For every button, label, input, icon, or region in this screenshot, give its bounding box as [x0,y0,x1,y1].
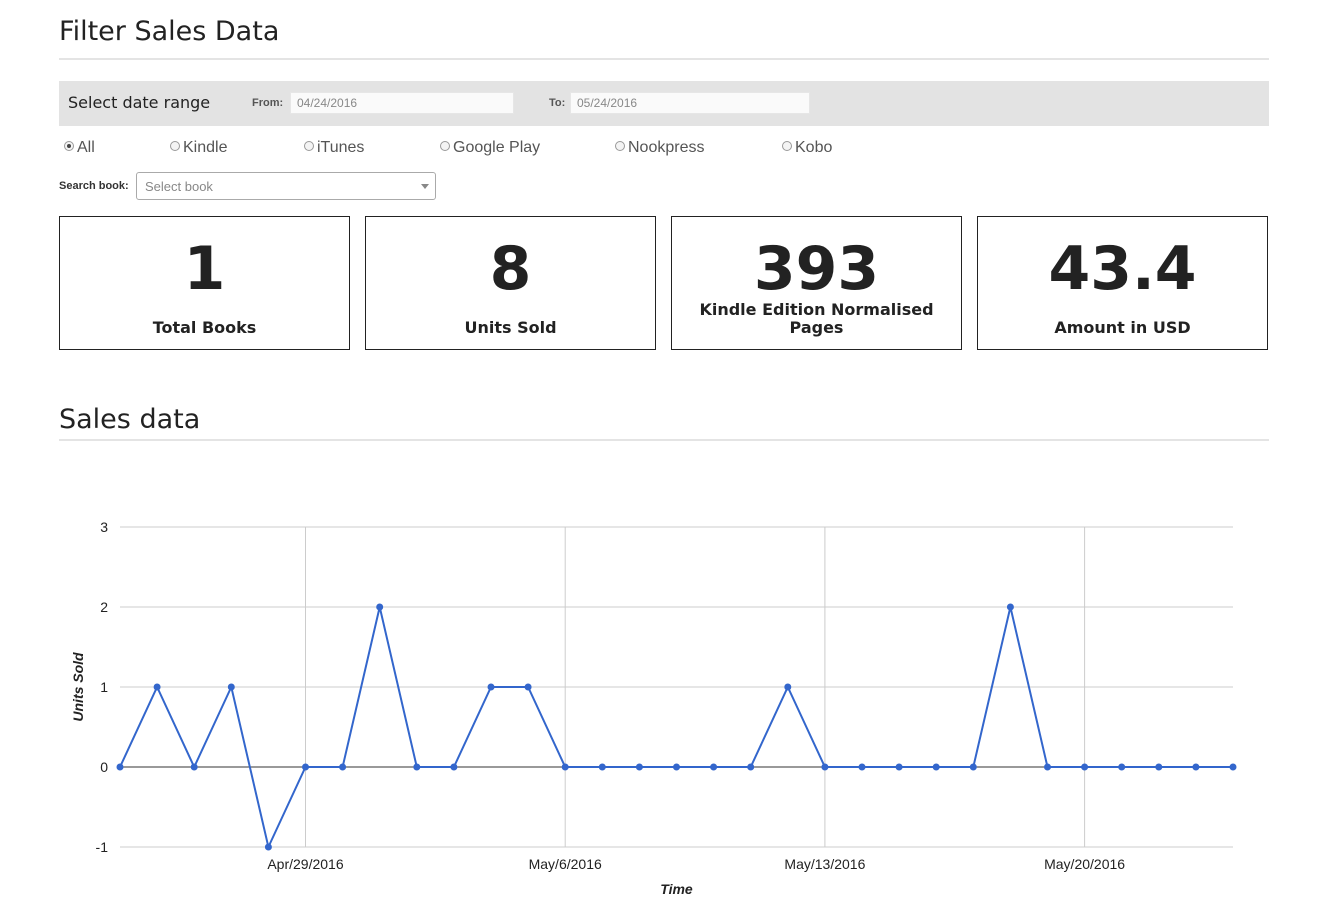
sales-divider [59,439,1269,441]
y-axis-title: Units Sold [70,652,86,722]
data-point [1155,763,1163,771]
y-tick-label: 0 [100,759,108,775]
data-point [376,603,384,611]
radio-label: All [77,139,95,156]
stat-value: 393 [753,234,880,304]
search-book-label: Search book: [59,180,129,192]
radio-label: Kindle [183,139,228,156]
radio-label: Kobo [795,139,833,156]
data-point [1229,763,1237,771]
book-select[interactable]: Select book [136,172,436,200]
series-line [119,606,1233,851]
from-date-input[interactable]: 04/24/2016 [290,92,514,114]
title-divider [59,58,1269,60]
radio-all[interactable]: All [64,139,95,157]
stat-card-total-books: 1 Total Books [59,216,350,350]
x-tick-label: May/20/2016 [1044,856,1125,872]
sales-section-title: Sales data [59,404,201,435]
from-label: From: [252,97,284,109]
data-point [710,763,718,771]
radio-nookpress[interactable]: Nookpress [615,139,704,157]
data-point [673,763,680,771]
radio-button-icon[interactable] [304,140,314,151]
data-point [302,763,309,771]
sales-line-chart: 3 2 1 0 -1 Apr/29/2016 May/6/2016 May/13/2016 Ma… [70,519,1237,897]
stat-card-amount-usd: 43.4 Amount in USD [977,216,1268,350]
data-point [598,763,606,771]
data-point [116,763,124,771]
stat-label: Total Books [152,318,257,337]
data-point [524,683,532,691]
radio-kobo[interactable]: Kobo [782,139,832,157]
data-point [969,763,977,771]
data-point [932,763,940,771]
data-point [858,763,866,771]
radio-kindle[interactable]: Kindle [170,139,227,157]
to-label: To: [549,97,566,109]
data-point [784,683,792,691]
x-tick-label: May/6/2016 [529,856,602,872]
radio-label: iTunes [317,139,365,156]
stat-card-normalised-pages: 393 Kindle Edition Normalised Pages [671,216,962,350]
x-tick-label: Apr/29/2016 [267,856,343,872]
date-range-panel: Select date range From: 04/24/2016 To: 0… [59,81,1269,126]
radio-button-icon[interactable] [782,140,792,151]
radio-itunes[interactable]: iTunes [304,139,364,157]
radio-button-icon[interactable] [440,140,450,151]
stat-value: 8 [489,234,532,304]
to-date-input[interactable]: 05/24/2016 [570,92,810,114]
data-point [561,763,569,771]
data-point [487,683,495,691]
data-point [895,763,903,771]
data-point [1044,763,1051,771]
stat-card-units-sold: 8 Units Sold [365,216,656,350]
x-axis-title: Time [660,881,693,897]
page-title: Filter Sales Data [59,16,280,47]
chevron-down-icon[interactable] [421,184,429,189]
stat-value: 1 [183,234,226,304]
data-point [821,763,829,771]
y-tick-label: 1 [100,679,108,695]
data-point [339,763,347,771]
y-tick-label: 2 [100,599,108,615]
data-point [1006,603,1014,611]
x-tick-label: May/13/2016 [784,856,865,872]
data-point [635,763,643,771]
stat-label: Amount in USD [1054,318,1191,337]
data-point [413,763,421,771]
data-point [153,683,161,691]
data-point [1192,763,1200,771]
data-point [264,843,272,851]
radio-button-icon[interactable] [170,140,180,151]
book-select-placeholder: Select book [145,179,213,194]
radio-label: Google Play [453,139,541,156]
date-range-title: Select date range [68,93,211,112]
stat-label: Units Sold [464,318,557,337]
data-point [450,763,458,771]
radio-button-icon[interactable] [64,140,74,151]
data-point [190,763,198,771]
data-point [747,763,755,771]
y-tick-label: 3 [100,519,108,535]
stat-value: 43.4 [1048,234,1197,304]
radio-google-play[interactable]: Google Play [440,139,540,157]
data-point [1118,763,1126,771]
y-tick-label: -1 [96,839,109,855]
radio-label: Nookpress [628,139,705,156]
stat-label: Kindle Edition Normalised Pages [699,300,934,337]
data-point [1081,763,1089,771]
radio-button-icon[interactable] [615,140,625,151]
data-point [227,683,235,691]
